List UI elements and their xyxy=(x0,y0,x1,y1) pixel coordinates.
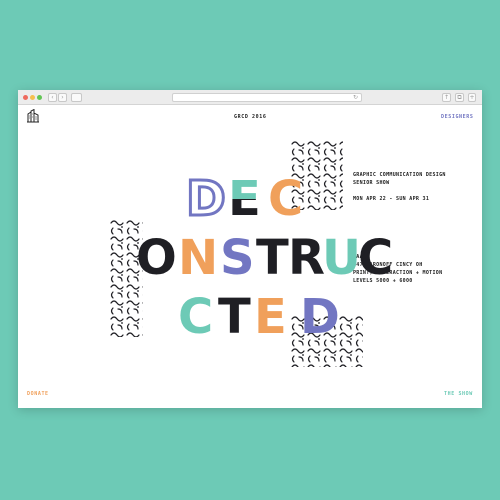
headline-letter-e2: E xyxy=(254,289,287,345)
the-show-link[interactable]: THE SHOW xyxy=(444,391,473,397)
show-info-line2: SENIOR SHOW xyxy=(353,180,390,186)
maximize-window-dot[interactable] xyxy=(37,95,42,100)
show-info: GRAPHIC COMMUNICATION DESIGN SENIOR SHOW… xyxy=(353,171,446,203)
donate-link[interactable]: DONATE xyxy=(27,391,49,397)
forward-arrow-icon[interactable]: › xyxy=(58,93,67,102)
show-info-line1: GRAPHIC COMMUNICATION DESIGN xyxy=(353,172,446,178)
reload-icon[interactable]: ↻ xyxy=(353,94,358,102)
headline-letter-u: U xyxy=(322,230,361,286)
sidebar-icon[interactable] xyxy=(71,93,82,102)
headline-letter-c: C xyxy=(268,171,304,227)
building-logo-icon[interactable] xyxy=(27,109,39,123)
browser-toolbar: ‹ › ↻ ↑ ⧉ + xyxy=(18,90,482,105)
headline-letter-d: D xyxy=(185,171,228,227)
web-page: GRCD 2016 DESIGNERS GRAPHIC COMMUNICATIO… xyxy=(18,105,482,408)
address-bar[interactable]: ↻ xyxy=(172,93,362,102)
close-window-dot[interactable] xyxy=(23,95,28,100)
designers-link[interactable]: DESIGNERS xyxy=(441,114,474,120)
browser-window: ‹ › ↻ ↑ ⧉ + GRCD 2016 DESIGNERS GRAPHIC … xyxy=(18,90,482,408)
headline-letter-o: O xyxy=(136,230,177,286)
headline-letter-c3: C xyxy=(178,289,214,345)
headline-letter-c2: C xyxy=(358,230,394,286)
minimize-window-dot[interactable] xyxy=(30,95,35,100)
tabs-icon[interactable]: ⧉ xyxy=(455,93,464,102)
headline-letter-d2: D xyxy=(300,289,340,345)
back-arrow-icon[interactable]: ‹ xyxy=(48,93,57,102)
headline-letter-n: N xyxy=(178,230,219,286)
headline-letter-s: S xyxy=(220,230,255,286)
site-title[interactable]: GRCD 2016 xyxy=(234,114,267,120)
headline-letter-t2: T xyxy=(218,289,251,345)
show-dates: MON APR 22 - SUN APR 31 xyxy=(353,196,430,202)
share-icon[interactable]: ↑ xyxy=(442,93,451,102)
headline-letter-r: R xyxy=(288,230,325,286)
headline-letter-t: T xyxy=(256,230,289,286)
new-tab-icon[interactable]: + xyxy=(468,93,476,102)
